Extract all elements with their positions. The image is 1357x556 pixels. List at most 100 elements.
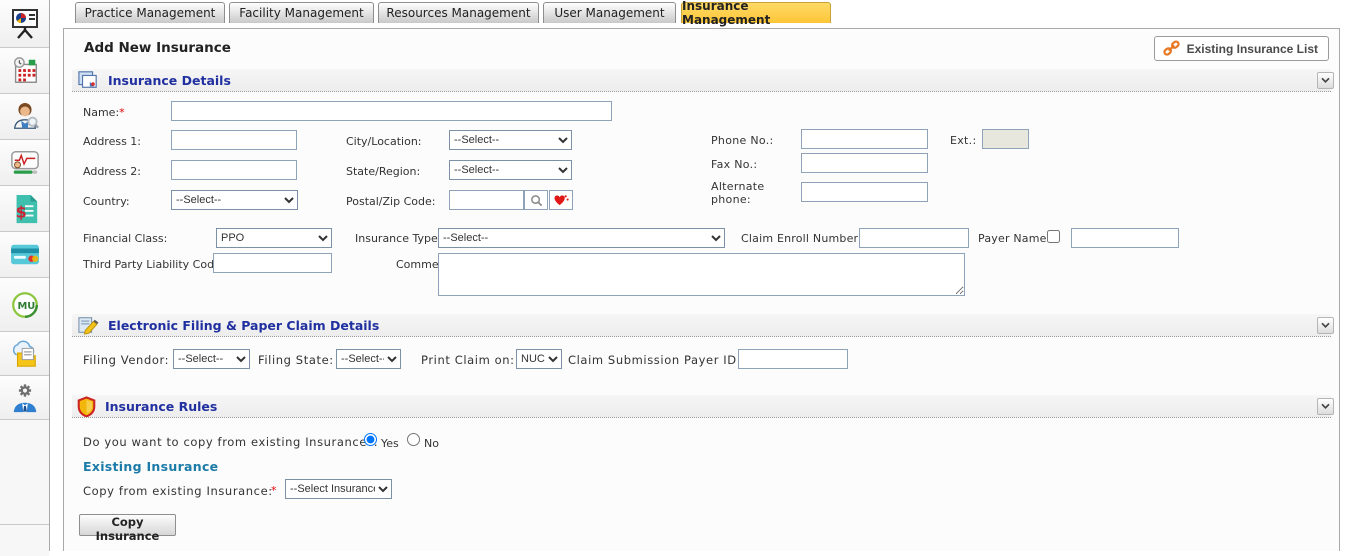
state-select[interactable]: --Select-- <box>449 160 572 180</box>
existing-insurance-list-label: Existing Insurance List <box>1187 42 1318 56</box>
section-title: Insurance Details <box>108 73 231 88</box>
tab-facility-management[interactable]: Facility Management <box>229 2 374 23</box>
sidebar-item-scheduler[interactable] <box>0 48 49 94</box>
ext-input <box>982 129 1029 149</box>
print-claim-label: Print Claim on: <box>421 353 515 367</box>
claim-enroll-input[interactable] <box>859 228 969 248</box>
link-icon <box>1163 40 1180 57</box>
rules-shield-icon <box>77 396 96 417</box>
fax-label: Fax No.: <box>711 158 757 171</box>
sidebar-footer <box>0 524 49 556</box>
print-claim-select[interactable]: NUCC <box>516 349 562 369</box>
payer-name-label: Payer Name: <box>978 232 1051 245</box>
insurance-details-header: Insurance Details <box>72 69 1331 92</box>
filing-vendor-label: Filing Vendor: <box>83 353 169 367</box>
sidebar-item-patient-search[interactable] <box>0 94 49 140</box>
page-title: Add New Insurance <box>84 40 231 56</box>
address2-input[interactable] <box>171 160 297 180</box>
copy-yes-radio[interactable] <box>364 433 377 446</box>
sidebar: $ MU <box>0 0 50 551</box>
insurance-rules-collapse-button[interactable] <box>1317 398 1334 415</box>
tab-resources-management[interactable]: Resources Management <box>378 2 539 23</box>
copy-yes-label: Yes <box>381 437 399 450</box>
insurance-rules-header: Insurance Rules <box>72 395 1331 418</box>
svg-text:$: $ <box>15 202 26 221</box>
address1-input[interactable] <box>171 130 297 150</box>
search-icon <box>530 194 543 207</box>
filing-state-label: Filing State: <box>258 353 334 367</box>
address1-label: Address 1: <box>83 135 141 148</box>
filing-details-header: Electronic Filing & Paper Claim Details <box>72 314 1331 337</box>
copy-question-label: Do you want to copy from existing Insura… <box>83 435 378 449</box>
tab-label: Insurance Management <box>682 0 830 27</box>
copy-from-existing-label: Copy from existing Insurance: <box>83 484 273 498</box>
insurance-type-label: Insurance Type:* <box>355 232 447 245</box>
third-party-label: Third Party Liability Code: <box>83 258 225 271</box>
name-input[interactable] <box>171 101 612 121</box>
copy-insurance-button[interactable]: Copy Insurance <box>79 514 176 536</box>
claim-submission-payer-id-label: Claim Submission Payer ID: <box>568 353 741 367</box>
insurance-type-select[interactable]: --Select-- <box>438 228 725 248</box>
alt-phone-label: Alternate phone: <box>711 180 773 206</box>
billing-invoice-icon: $ <box>10 193 40 225</box>
postal-input[interactable] <box>449 190 524 210</box>
chevron-down-icon <box>1321 403 1330 410</box>
tab-user-management[interactable]: User Management <box>543 2 676 23</box>
financial-class-label: Financial Class: <box>83 232 167 245</box>
comment-textarea[interactable] <box>438 253 965 296</box>
required-asterisk: * <box>271 484 277 497</box>
filing-vendor-select[interactable]: --Select-- <box>173 349 250 369</box>
phone-label: Phone No.: <box>711 134 774 147</box>
sidebar-item-meaningful-use[interactable]: MU <box>0 278 49 332</box>
payer-name-checkbox[interactable] <box>1047 230 1060 243</box>
filing-state-select[interactable]: --Select-- <box>336 349 401 369</box>
copy-no-radio[interactable] <box>407 433 420 446</box>
filing-collapse-button[interactable] <box>1317 317 1334 334</box>
sidebar-item-documents[interactable] <box>0 332 49 376</box>
sidebar-item-billing[interactable]: $ <box>0 186 49 232</box>
scheduler-calendar-icon <box>10 56 40 86</box>
tab-insurance-management[interactable]: Insurance Management <box>681 2 831 23</box>
sidebar-item-admin[interactable] <box>0 376 49 420</box>
copy-from-existing-select[interactable]: --Select Insurance-- <box>285 479 392 499</box>
tab-label: Facility Management <box>239 6 363 20</box>
section-title: Insurance Rules <box>105 399 217 414</box>
payment-card-icon <box>9 242 41 268</box>
postal-label: Postal/Zip Code: <box>346 195 435 208</box>
country-label: Country: <box>83 195 130 208</box>
claim-enroll-label: Claim Enroll Number: <box>741 232 862 245</box>
svg-text:MU: MU <box>17 301 35 312</box>
sidebar-item-vitals[interactable] <box>0 140 49 186</box>
name-label: Name:* <box>83 106 125 119</box>
admin-settings-icon <box>10 382 40 414</box>
fax-input[interactable] <box>801 153 928 173</box>
third-party-input[interactable] <box>213 253 332 273</box>
claim-submission-payer-id-input[interactable] <box>738 349 848 369</box>
tab-practice-management[interactable]: Practice Management <box>75 2 225 23</box>
section-title: Electronic Filing & Paper Claim Details <box>108 318 379 333</box>
tab-label: User Management <box>554 6 664 20</box>
sidebar-empty <box>0 420 49 524</box>
address2-label: Address 2: <box>83 165 141 178</box>
dashboard-chart-icon <box>9 7 41 41</box>
sidebar-item-dashboard[interactable] <box>0 0 49 48</box>
city-label: City/Location: <box>346 135 422 148</box>
existing-insurance-heading: Existing Insurance <box>83 459 218 474</box>
patient-search-icon <box>10 102 40 132</box>
chevron-down-icon <box>1321 77 1330 84</box>
copy-no-label: No <box>424 437 439 450</box>
country-select[interactable]: --Select-- <box>171 190 298 210</box>
document-cloud-icon <box>9 340 41 368</box>
payer-name-input[interactable] <box>1071 228 1179 248</box>
postal-search-button[interactable] <box>524 190 548 210</box>
tab-label: Practice Management <box>85 6 216 20</box>
alt-phone-input[interactable] <box>801 182 928 202</box>
city-select[interactable]: --Select-- <box>449 130 572 150</box>
hearts-icon <box>554 194 569 207</box>
financial-class-select[interactable]: PPO <box>216 228 332 248</box>
existing-insurance-list-button[interactable]: Existing Insurance List <box>1154 36 1329 61</box>
postal-favorites-button[interactable] <box>549 190 573 210</box>
phone-input[interactable] <box>801 129 928 149</box>
insurance-details-collapse-button[interactable] <box>1317 72 1334 89</box>
sidebar-item-payments[interactable] <box>0 232 49 278</box>
